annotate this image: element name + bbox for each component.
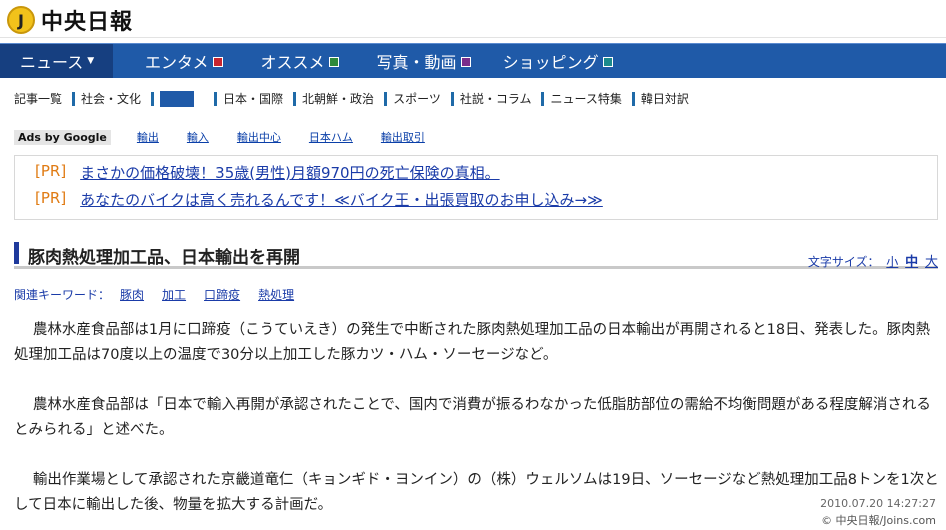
nav-item-label: エンタメ xyxy=(145,53,209,72)
nav-item-shopping[interactable]: ショッピング xyxy=(489,44,631,78)
nav-item-recommend[interactable]: オススメ xyxy=(241,44,357,78)
nav-item-label: ニュース xyxy=(20,53,84,72)
keyword-link[interactable]: 口蹄疫 xyxy=(204,286,240,303)
article-body: 農林水産食品部は1月に口蹄疫（こうていえき）の発生で中断された豚肉熱処理加工品の… xyxy=(14,318,940,530)
font-size-controls: 文字サイズ： 小 中 大 xyxy=(808,251,938,270)
title-accent-bar xyxy=(14,242,19,264)
font-size-small-button[interactable]: 小 xyxy=(886,255,898,269)
chevron-down-icon: ▼ xyxy=(87,56,95,66)
subnav-item-sports[interactable]: スポーツ xyxy=(384,90,441,107)
pr-tag: [PR] xyxy=(35,189,67,207)
ad-link[interactable]: 輸入 xyxy=(187,129,209,145)
article-paragraph: 農林水産食品部は「日本で輸入再開が承認されたことで、国内で消費が振るわなかった低… xyxy=(14,397,931,438)
pr-ad-box: [PR] まさかの価格破壊！35歳(男性)月額970円の死亡保険の真相。 [PR… xyxy=(14,155,938,220)
copyright-notice: © 中央日報/Joins.com xyxy=(821,514,936,527)
pr-ad-link[interactable]: あなたのバイクは高く売れるんです！≪バイク王・出張買取のお申し込み→≫ xyxy=(80,189,603,210)
keywords-label: 関連キーワード： xyxy=(14,288,111,302)
article-date: 2010.07.20 14:27:27 xyxy=(820,497,936,510)
article-paragraph: 農林水産食品部は1月に口蹄疫（こうていえき）の発生で中断された豚肉熱処理加工品の… xyxy=(14,322,931,363)
subnav-item-society-culture[interactable]: 社会・文化 xyxy=(72,90,141,107)
pr-ad-item: [PR] まさかの価格破壊！35歳(男性)月額970円の死亡保険の真相。 xyxy=(35,162,937,183)
nav-item-label: オススメ xyxy=(260,53,325,72)
ads-row: Ads by Google 輸出 輸入 輸出中心 日本ハム 輸出取引 xyxy=(14,129,453,145)
subnav-item-north-korea-politics[interactable]: 北朝鮮・政治 xyxy=(293,90,374,107)
nav-item-photo-video[interactable]: 写真・動画 xyxy=(357,44,489,78)
sub-nav: 記事一覧 社会・文化 日本・国際 北朝鮮・政治 スポーツ 社説・コラム ニュース… xyxy=(14,90,699,107)
subnav-item-japan-international[interactable]: 日本・国際 xyxy=(214,90,283,107)
ad-link[interactable]: 日本ハム xyxy=(309,129,353,145)
main-nav: ニュース ▼ エンタメ オススメ 写真・動画 ショッピング xyxy=(0,43,946,78)
dropdown-badge-icon xyxy=(602,57,613,67)
ads-by-google-label: Ads by Google xyxy=(14,129,111,145)
font-size-large-button[interactable]: 大 xyxy=(925,255,938,270)
font-size-medium-button[interactable]: 中 xyxy=(905,255,918,270)
site-header: J 中央日報 xyxy=(0,0,946,38)
dropdown-badge-icon xyxy=(328,57,339,67)
font-size-label: 文字サイズ： xyxy=(807,255,880,269)
logo-mark-icon: J xyxy=(7,6,35,34)
nav-item-entertainment[interactable]: エンタメ xyxy=(113,44,241,78)
article-title-bar: 豚肉熱処理加工品、日本輸出を再開 文字サイズ： 小 中 大 xyxy=(14,241,938,270)
keyword-link[interactable]: 熱処理 xyxy=(258,286,294,303)
ad-link[interactable]: 輸出取引 xyxy=(381,129,425,145)
subnav-item-selected[interactable] xyxy=(151,90,204,107)
subnav-item-editorial-column[interactable]: 社説・コラム xyxy=(450,90,531,107)
selected-tab-highlight xyxy=(160,90,195,107)
subnav-item-news-feature[interactable]: ニュース特集 xyxy=(541,90,622,107)
ad-link[interactable]: 輸出中心 xyxy=(237,129,281,145)
ad-link[interactable]: 輸出 xyxy=(137,129,159,145)
pr-ad-link[interactable]: まさかの価格破壊！35歳(男性)月額970円の死亡保険の真相。 xyxy=(80,162,499,183)
logo-text: 中央日報 xyxy=(41,9,134,35)
site-logo[interactable]: J 中央日報 xyxy=(7,4,133,36)
pr-tag: [PR] xyxy=(35,162,67,180)
related-keywords: 関連キーワード： 豚肉 加工 口蹄疫 熱処理 xyxy=(14,286,312,303)
keyword-link[interactable]: 豚肉 xyxy=(120,286,144,303)
pr-ad-item: [PR] あなたのバイクは高く売れるんです！≪バイク王・出張買取のお申し込み→≫ xyxy=(35,189,937,210)
article-title: 豚肉熱処理加工品、日本輸出を再開 xyxy=(28,248,300,268)
subnav-item-article-list[interactable]: 記事一覧 xyxy=(14,90,62,107)
keyword-link[interactable]: 加工 xyxy=(162,286,186,303)
dropdown-badge-icon xyxy=(460,57,471,67)
article-paragraph: 輸出作業場として承認された京畿道竜仁（キョンギド・ヨンイン）の（株）ウェルソムは… xyxy=(14,472,939,513)
dropdown-badge-icon xyxy=(212,57,223,67)
nav-item-news[interactable]: ニュース ▼ xyxy=(0,44,113,78)
nav-item-label: ショッピング xyxy=(502,53,599,72)
nav-item-label: 写真・動画 xyxy=(376,53,457,72)
subnav-item-korean-japanese[interactable]: 韓日対訳 xyxy=(631,90,689,107)
